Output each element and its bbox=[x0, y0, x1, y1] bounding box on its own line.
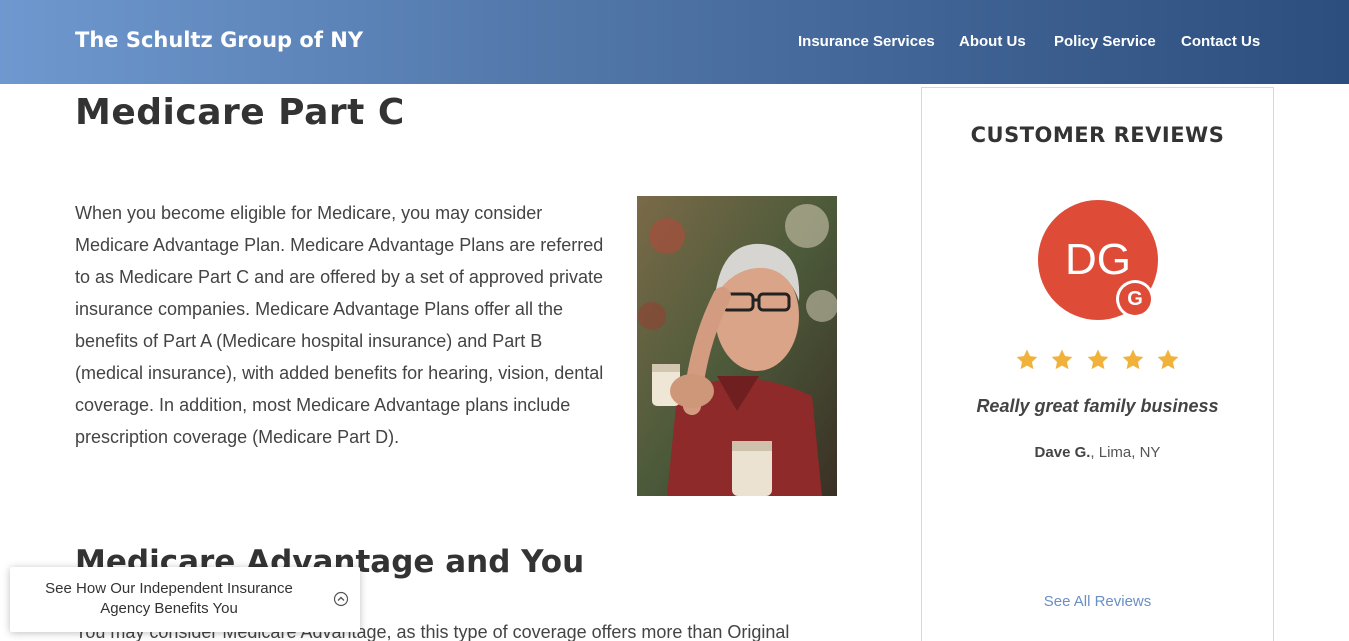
star-icon bbox=[1052, 349, 1073, 370]
google-badge-icon: G bbox=[1116, 280, 1154, 318]
google-g-letter: G bbox=[1119, 283, 1151, 315]
reviewer-name: Dave G. bbox=[1034, 444, 1091, 461]
agency-benefits-popup[interactable]: See How Our Independent Insurance Agency… bbox=[10, 567, 360, 632]
star-rating bbox=[922, 348, 1273, 376]
see-all-reviews-link[interactable]: See All Reviews bbox=[922, 593, 1273, 610]
reviews-heading: CUSTOMER REVIEWS bbox=[970, 123, 1225, 147]
intro-paragraph: When you become eligible for Medicare, y… bbox=[75, 203, 604, 447]
star-icon bbox=[1122, 349, 1143, 370]
nav-about-us[interactable]: About Us bbox=[959, 33, 1026, 50]
star-icon bbox=[1087, 349, 1108, 370]
senior-man-reading-medication-image bbox=[637, 196, 837, 496]
nav-contact-us[interactable]: Contact Us bbox=[1181, 33, 1260, 50]
star-icon bbox=[1017, 349, 1038, 370]
popup-line-1: See How Our Independent Insurance bbox=[45, 580, 293, 597]
popup-text: See How Our Independent Insurance Agency… bbox=[10, 579, 328, 619]
main-nav: Insurance Services About Us Policy Servi… bbox=[0, 33, 1349, 53]
nav-insurance-services[interactable]: Insurance Services bbox=[798, 33, 935, 50]
photo-illustration bbox=[637, 196, 837, 496]
page-title: Medicare Part C bbox=[75, 92, 405, 133]
star-icon bbox=[1157, 349, 1178, 370]
site-header: The Schultz Group of NY Insurance Servic… bbox=[0, 0, 1349, 84]
nav-policy-service[interactable]: Policy Service bbox=[1054, 33, 1156, 50]
expand-up-icon[interactable] bbox=[333, 591, 349, 607]
reviewer-info: Dave G., Lima, NY bbox=[922, 444, 1273, 461]
review-quote: Really great family business bbox=[976, 396, 1219, 416]
customer-reviews-widget: CUSTOMER REVIEWS DG G Really great famil… bbox=[921, 87, 1274, 641]
reviewer-location: , Lima, NY bbox=[1090, 444, 1161, 461]
popup-line-2: Agency Benefits You bbox=[100, 600, 238, 617]
